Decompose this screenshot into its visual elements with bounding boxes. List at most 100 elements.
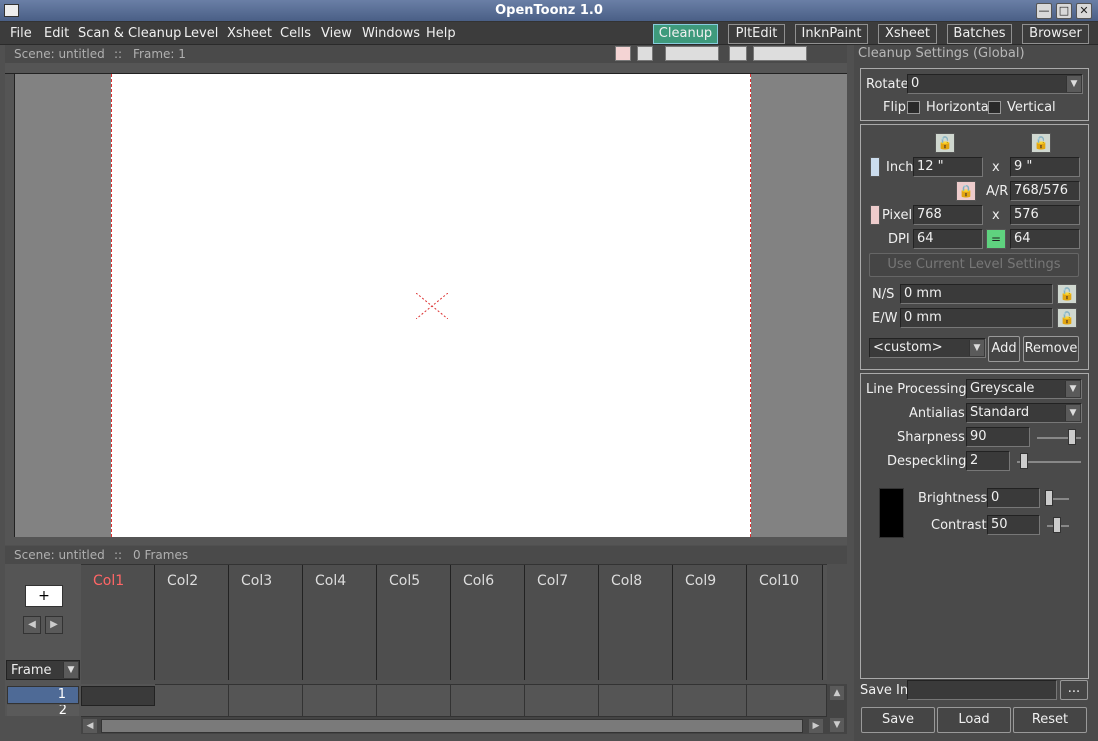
ns-offset-field[interactable]: 0 mm xyxy=(900,284,1053,304)
browse-button[interactable]: ... xyxy=(1060,680,1088,700)
menu-file[interactable]: File xyxy=(10,26,32,41)
remove-preset-button[interactable]: Remove xyxy=(1023,336,1079,362)
column-header-col5[interactable]: Col5 xyxy=(377,565,451,680)
next-icon[interactable]: ▶ xyxy=(45,616,63,634)
room-tab-cleanup[interactable]: Cleanup xyxy=(653,24,718,44)
xsheet-cell[interactable] xyxy=(673,684,747,716)
row-number-2[interactable]: 2 xyxy=(7,705,79,716)
frame-mode-combo[interactable]: Frame ▼ xyxy=(6,660,80,680)
despeckling-slider-handle[interactable] xyxy=(1020,453,1028,469)
room-tab-browser[interactable]: Browser xyxy=(1022,24,1089,44)
line-processing-combo[interactable]: Greyscale ▼ xyxy=(966,379,1082,399)
ar-field[interactable]: 768/576 xyxy=(1010,181,1080,201)
xsheet-cell[interactable] xyxy=(377,684,451,716)
menu-scan-cleanup[interactable]: Scan & Cleanup xyxy=(78,26,181,41)
room-tab-xsheet[interactable]: Xsheet xyxy=(878,24,937,44)
room-tab-batches[interactable]: Batches xyxy=(947,24,1012,44)
contrast-field[interactable]: 50 xyxy=(987,515,1040,535)
scroll-down-icon[interactable]: ▼ xyxy=(830,718,844,732)
prev-icon[interactable]: ◀ xyxy=(23,616,41,634)
ew-offset-field[interactable]: 0 mm xyxy=(900,308,1053,328)
add-preset-button[interactable]: Add xyxy=(988,336,1020,362)
xsheet-cell[interactable] xyxy=(747,684,827,716)
xsheet-cell[interactable] xyxy=(303,684,377,716)
preview-eye-icon[interactable] xyxy=(753,46,807,61)
flip-horizontal-checkbox[interactable] xyxy=(907,101,920,114)
lock-ar-icon[interactable]: 🔒 xyxy=(956,181,976,201)
lock-pixel-icon[interactable] xyxy=(870,205,880,225)
pixel-height-field[interactable]: 576 xyxy=(1010,205,1080,225)
grid-icon[interactable] xyxy=(637,46,653,61)
xsheet-cell[interactable] xyxy=(229,684,303,716)
reset-button[interactable]: Reset xyxy=(1013,707,1087,733)
room-tab-inknpaint[interactable]: InknPaint xyxy=(795,24,868,44)
menu-help[interactable]: Help xyxy=(426,26,456,41)
pixel-width-field[interactable]: 768 xyxy=(913,205,983,225)
room-tab-pltedit[interactable]: PltEdit xyxy=(728,24,785,44)
brightness-slider-handle[interactable] xyxy=(1045,490,1053,506)
lock-width-icon[interactable]: 🔓 xyxy=(935,133,955,153)
equal-dpi-icon[interactable]: = xyxy=(986,229,1006,249)
lock-height-icon[interactable]: 🔓 xyxy=(1031,133,1051,153)
inch-width-field[interactable]: 12 " xyxy=(913,157,983,177)
xsheet-cell[interactable] xyxy=(525,684,599,716)
column-header-col4[interactable]: Col4 xyxy=(303,565,377,680)
sharpness-field[interactable]: 90 xyxy=(966,427,1030,447)
save-button[interactable]: Save xyxy=(861,707,935,733)
flipbook-icon[interactable] xyxy=(729,46,747,61)
use-current-level-settings-button[interactable]: Use Current Level Settings xyxy=(869,253,1079,277)
lock-ns-icon[interactable]: 🔓 xyxy=(1057,284,1077,304)
xsheet-cell[interactable] xyxy=(451,684,525,716)
viewer-splitter[interactable] xyxy=(5,537,847,545)
lock-ew-icon[interactable]: 🔓 xyxy=(1057,308,1077,328)
viewer-scene-label: Scene: untitled xyxy=(14,47,105,61)
preset-combo[interactable]: <custom> ▼ xyxy=(869,338,986,358)
column-header-col8[interactable]: Col8 xyxy=(599,565,673,680)
maximize-button[interactable]: □ xyxy=(1056,3,1072,19)
despeckling-field[interactable]: 2 xyxy=(966,451,1010,471)
lock-inch-icon[interactable] xyxy=(870,157,880,177)
column-header-col10[interactable]: Col10 xyxy=(747,565,823,680)
column-header-col2[interactable]: Col2 xyxy=(155,565,229,680)
contrast-slider-handle[interactable] xyxy=(1053,517,1061,533)
inch-height-field[interactable]: 9 " xyxy=(1010,157,1080,177)
column-header-col1[interactable]: Col1 xyxy=(81,565,155,680)
column-header-col7[interactable]: Col7 xyxy=(525,565,599,680)
column-header-col9[interactable]: Col9 xyxy=(673,565,747,680)
menu-view[interactable]: View xyxy=(321,26,352,41)
row-number-1[interactable]: 1 xyxy=(7,686,79,704)
rotate-combo[interactable]: 0 ▼ xyxy=(907,74,1083,94)
xsheet-cell[interactable] xyxy=(599,684,673,716)
scrollbar-thumb[interactable] xyxy=(101,719,803,733)
dpi-width-field[interactable]: 64 xyxy=(913,229,983,249)
menu-windows[interactable]: Windows xyxy=(362,26,420,41)
scroll-right-icon[interactable]: ▶ xyxy=(809,719,823,733)
camera-center-cross-icon xyxy=(416,293,448,319)
save-in-field[interactable] xyxy=(907,680,1057,700)
xsheet-horizontal-scrollbar[interactable]: ◀ ▶ xyxy=(81,716,827,734)
ruler-vertical xyxy=(5,74,15,537)
scroll-left-icon[interactable]: ◀ xyxy=(83,719,97,733)
menu-edit[interactable]: Edit xyxy=(44,26,69,41)
xsheet-cell[interactable] xyxy=(155,684,229,716)
new-level-icon[interactable]: + xyxy=(25,585,63,607)
xsheet-vertical-scrollbar[interactable]: ▲ ▼ xyxy=(827,684,847,734)
xsheet-cell-current[interactable] xyxy=(81,686,155,706)
menu-cells[interactable]: Cells xyxy=(280,26,311,41)
antialias-combo[interactable]: Standard ▼ xyxy=(966,403,1082,423)
flip-vertical-checkbox[interactable] xyxy=(988,101,1001,114)
dpi-height-field[interactable]: 64 xyxy=(1010,229,1080,249)
safe-area-icon[interactable] xyxy=(615,46,631,61)
close-button[interactable]: ✕ xyxy=(1076,3,1092,19)
camera-view-icon[interactable] xyxy=(665,46,719,61)
sharpness-slider-handle[interactable] xyxy=(1068,429,1076,445)
scroll-up-icon[interactable]: ▲ xyxy=(830,686,844,700)
column-header-col3[interactable]: Col3 xyxy=(229,565,303,680)
minimize-button[interactable]: — xyxy=(1036,3,1052,19)
chevron-down-icon: ▼ xyxy=(969,340,984,356)
brightness-field[interactable]: 0 xyxy=(987,488,1040,508)
column-header-col6[interactable]: Col6 xyxy=(451,565,525,680)
menu-xsheet[interactable]: Xsheet xyxy=(227,26,272,41)
load-button[interactable]: Load xyxy=(937,707,1011,733)
menu-level[interactable]: Level xyxy=(184,26,218,41)
